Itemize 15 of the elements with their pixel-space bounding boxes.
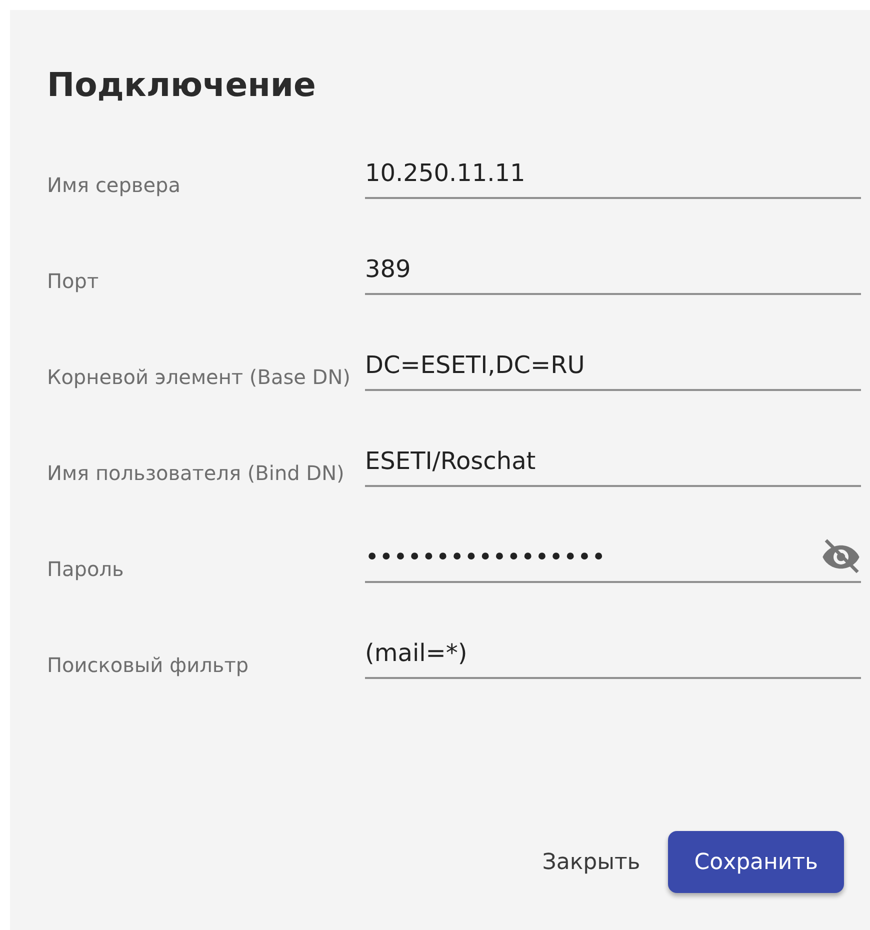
close-button[interactable]: Закрыть [542, 840, 640, 884]
field-label: Имя пользователя (Bind DN) [47, 460, 346, 486]
field-label: Имя сервера [47, 172, 182, 198]
field-label: Порт [47, 268, 100, 294]
dialog-title: Подключение [47, 64, 317, 106]
field-label: Корневой элемент (Base DN) [47, 364, 352, 390]
input-field[interactable]: ESETI/Roschat [365, 437, 861, 487]
field-label: Пароль [47, 556, 125, 582]
input-field[interactable]: (mail=*) [365, 629, 861, 679]
input-field[interactable]: 389 [365, 245, 861, 295]
password-field[interactable]: ••••••••••••••••• [365, 533, 861, 583]
input-field[interactable]: DC=ESETI,DC=RU [365, 341, 861, 391]
field-label: Поисковый фильтр [47, 652, 250, 678]
input-field[interactable]: 10.250.11.11 [365, 149, 861, 199]
save-button[interactable]: Сохранить [668, 831, 844, 893]
